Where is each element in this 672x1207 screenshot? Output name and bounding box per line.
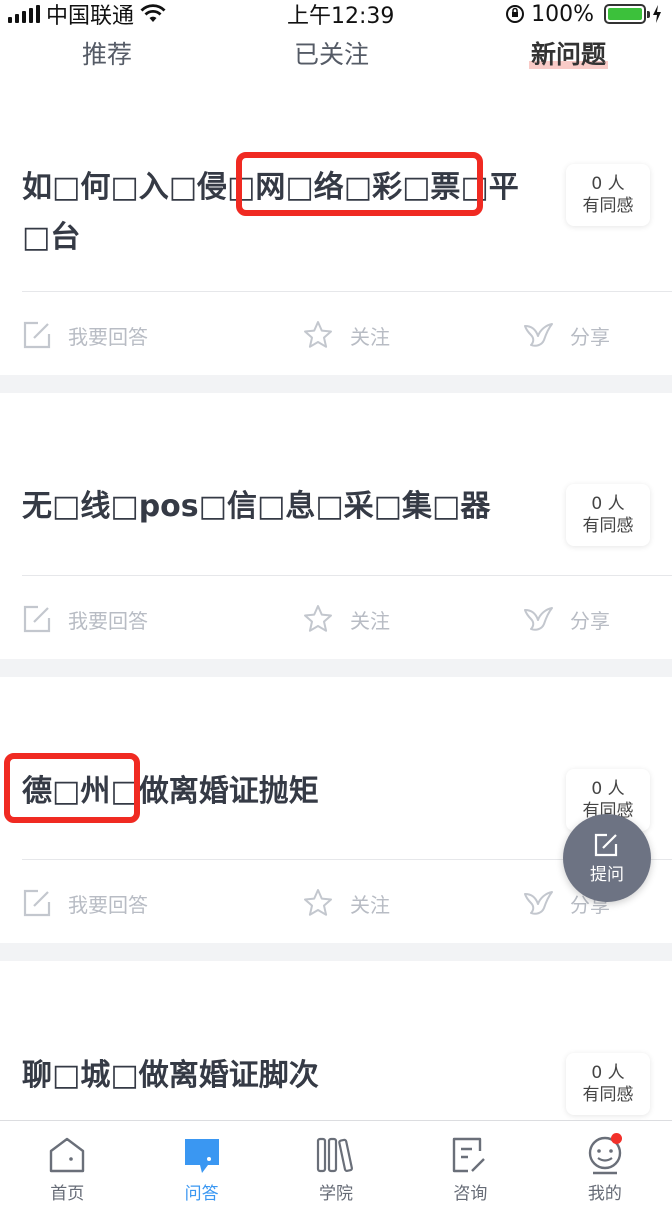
edit-icon [23,605,51,633]
status-left: 中国联通 [8,0,166,30]
answer-button[interactable]: 我要回答 [22,579,148,659]
status-bar: 中国联通 上午12:39 100% [0,0,672,30]
ask-question-button[interactable]: 提问 [563,814,651,902]
follow-button[interactable]: 关注 [302,579,390,659]
share-icon [524,323,553,347]
action-bar: 我要回答 关注 分享 [0,295,672,375]
card-separator [0,943,672,961]
edit-icon [594,833,618,856]
home-icon [50,1137,85,1173]
share-label: 分享 [570,608,610,633]
answer-button[interactable]: 我要回答 [22,295,148,375]
divider [22,575,672,576]
share-icon [524,607,553,631]
question-card[interactable]: 如□何□入□侵□网□络□彩□票□平□台 0 人 有同感 我要回答 关注 分享 [0,78,672,375]
star-icon [304,605,332,632]
bottom-tabbar: 首页 问答 学院 咨询 我的 [0,1120,672,1207]
share-icon [524,891,553,915]
follow-label: 关注 [350,892,390,917]
follow-label: 关注 [350,324,390,349]
star-icon [304,889,332,916]
question-card[interactable]: 德□州□做离婚证抛矩 0 人 有同感 我要回答 关注 分享 [0,677,672,943]
answer-label: 我要回答 [68,608,148,633]
edit-icon [23,321,51,349]
resonance-count: 0 人 [591,779,625,799]
tab-consult[interactable]: 咨询 [403,1121,537,1207]
rotation-lock-icon [506,5,525,23]
signal-icon [8,5,40,23]
resonance-badge[interactable]: 0 人 有同感 [566,164,650,226]
tab-home[interactable]: 首页 [0,1121,134,1207]
question-card[interactable]: 无□线□pos□信□息□采□集□器 0 人 有同感 我要回答 关注 分享 [0,393,672,659]
resonance-label: 有同感 [582,1085,634,1105]
question-title[interactable]: 聊□城□做离婚证脚次 [22,1051,542,1101]
books-icon [316,1137,353,1173]
tab-recommended[interactable]: 推荐 [82,35,132,71]
resonance-count: 0 人 [591,1063,625,1083]
consult-icon [453,1137,486,1173]
answer-button[interactable]: 我要回答 [22,863,148,943]
tab-qa[interactable]: 问答 [134,1121,268,1207]
tab-consult-label: 咨询 [453,1184,488,1204]
action-bar: 我要回答 关注 分享 [0,579,672,659]
highlight-box [4,753,140,823]
resonance-count: 0 人 [591,174,625,194]
resonance-badge[interactable]: 0 人 有同感 [566,484,650,546]
qa-chat-icon [184,1139,219,1173]
resonance-count: 0 人 [591,494,625,514]
follow-button[interactable]: 关注 [302,863,390,943]
tab-following[interactable]: 已关注 [294,35,369,71]
follow-button[interactable]: 关注 [302,295,390,375]
resonance-label: 有同感 [582,516,634,536]
card-separator [0,375,672,393]
answer-label: 我要回答 [68,324,148,349]
tab-academy[interactable]: 学院 [269,1121,403,1207]
resonance-badge[interactable]: 0 人 有同感 [566,1053,650,1115]
tab-new-questions[interactable]: 新问题 [528,35,609,71]
resonance-label: 有同感 [582,196,634,216]
answer-label: 我要回答 [68,892,148,917]
divider [22,291,672,292]
follow-label: 关注 [350,608,390,633]
tab-academy-label: 学院 [319,1184,354,1204]
charging-icon [653,5,661,23]
status-time: 上午12:39 [287,4,395,29]
tab-qa-label: 问答 [184,1184,219,1204]
edit-icon [23,889,51,917]
top-tabs: 推荐 已关注 新问题 [0,28,672,78]
tab-profile-label: 我的 [587,1184,622,1204]
ask-question-label: 提问 [590,864,624,885]
carrier-label: 中国联通 [46,4,135,29]
highlight-box [236,152,483,216]
question-title[interactable]: 无□线□pos□信□息□采□集□器 [22,482,542,532]
notification-dot [610,1133,622,1144]
share-button[interactable]: 分享 [522,295,610,375]
share-label: 分享 [570,324,610,349]
wifi-icon [140,4,166,22]
share-button[interactable]: 分享 [522,579,610,659]
tab-home-label: 首页 [50,1184,85,1204]
card-separator [0,659,672,677]
battery-icon [604,4,650,24]
question-feed: 如□何□入□侵□网□络□彩□票□平□台 0 人 有同感 我要回答 关注 分享 无… [0,78,672,1161]
status-right: 100% [505,2,662,27]
star-icon [304,321,332,348]
tab-profile[interactable]: 我的 [538,1121,672,1207]
battery-percent: 100% [531,1,594,27]
